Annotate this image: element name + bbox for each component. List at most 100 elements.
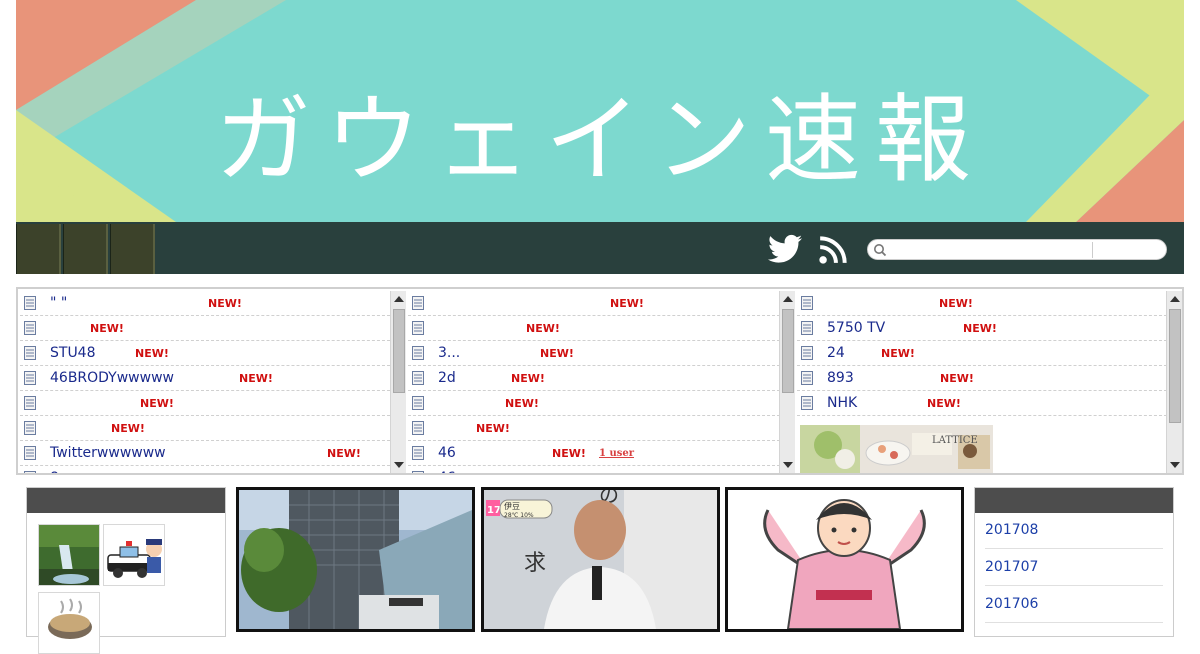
building-photo-card[interactable] <box>236 487 475 632</box>
twitter-icon[interactable] <box>768 234 802 264</box>
weather-place: 伊豆 <box>504 501 520 511</box>
document-icon <box>24 296 36 310</box>
scroll-down-arrow[interactable] <box>394 462 404 468</box>
new-badge: NEW! <box>927 397 961 410</box>
feed-item[interactable]: 3... NEW! <box>408 341 780 366</box>
grill-thumbnail[interactable] <box>38 592 100 654</box>
nav-button-1[interactable] <box>16 224 61 274</box>
search-icon <box>874 244 887 257</box>
new-badge: NEW! <box>208 297 242 310</box>
feed-item-title[interactable]: 46 <box>438 466 456 473</box>
feed-item[interactable]: STU48 NEW! <box>20 341 390 366</box>
rss-icon[interactable] <box>819 236 847 264</box>
document-icon <box>24 446 36 460</box>
document-icon <box>412 296 424 310</box>
document-icon <box>801 396 813 410</box>
new-badge: NEW! <box>511 372 545 385</box>
feed-item[interactable]: NEW! <box>20 391 390 416</box>
feed-item-title[interactable]: 893 <box>827 366 854 390</box>
feed-1-scrollbar[interactable] <box>390 291 406 473</box>
scroll-down-arrow[interactable] <box>1170 462 1180 468</box>
new-badge: NEW! <box>327 447 361 460</box>
new-badge: NEW! <box>881 347 915 360</box>
lattice-ad-banner[interactable]: LATTICE <box>800 425 993 473</box>
feed-item-title[interactable]: 46BRODYwwwww <box>50 366 174 390</box>
feed-item[interactable]: 46 <box>408 466 780 473</box>
feed-item[interactable]: NEW! <box>408 416 780 441</box>
new-badge: NEW! <box>963 322 997 335</box>
feed-item[interactable]: NEW! <box>408 391 780 416</box>
feed-item-title[interactable]: 3... <box>438 341 460 365</box>
feed-item-title[interactable]: Twitterwwwwww <box>50 441 166 465</box>
feed-item[interactable]: 2d NEW! <box>408 366 780 391</box>
document-icon <box>412 421 424 435</box>
feed-3-scrollbar[interactable] <box>1166 291 1182 473</box>
nav-bar <box>16 222 1184 274</box>
feed-item[interactable]: " " NEW! <box>20 291 390 316</box>
user-count-link[interactable]: 1 user <box>599 442 634 466</box>
dancer-illustration <box>728 490 961 629</box>
feed-item-title[interactable]: 24 <box>827 341 845 365</box>
feed-item[interactable]: NEW! <box>797 291 1167 316</box>
waterfall-thumbnail[interactable] <box>38 524 100 586</box>
feed-item-title[interactable]: 8 <box>50 466 59 473</box>
police-car-image <box>104 525 164 585</box>
dancer-illustration-card[interactable] <box>725 487 964 632</box>
search-box[interactable] <box>867 239 1167 260</box>
feed-item-title[interactable]: " " <box>50 291 67 315</box>
feed-item[interactable]: 8 <box>20 466 390 473</box>
feed-item-title[interactable]: 46 <box>438 441 456 465</box>
speaker-photo-card[interactable]: の 求 17 伊豆 28℃ 10% <box>481 487 720 632</box>
new-badge: NEW! <box>552 447 586 460</box>
feed-item-title[interactable]: STU48 <box>50 341 96 365</box>
archive-link[interactable]: 201708 <box>985 512 1163 549</box>
building-photo <box>239 490 472 629</box>
feed-item[interactable]: NHK NEW! <box>797 391 1167 416</box>
scroll-thumb[interactable] <box>782 309 794 393</box>
nav-button-2[interactable] <box>63 224 108 274</box>
grill-image <box>39 593 99 653</box>
left-sidebar-widget <box>26 487 226 654</box>
new-badge: NEW! <box>505 397 539 410</box>
widget-heading <box>975 488 1173 513</box>
scroll-up-arrow[interactable] <box>783 296 793 302</box>
feed-panels: " " NEW! NEW! STU48 NEW! 46BRODYwwwww NE… <box>16 287 1184 475</box>
feed-item[interactable]: NEW! <box>20 316 390 341</box>
feed-item-title[interactable]: 2d <box>438 366 456 390</box>
feed-item[interactable]: 5750 TV NEW! <box>797 316 1167 341</box>
feed-item[interactable]: 46BRODYwwwww NEW! <box>20 366 390 391</box>
feed-item[interactable]: NEW! <box>408 291 780 316</box>
scroll-up-arrow[interactable] <box>1170 296 1180 302</box>
feed-panel-1[interactable]: " " NEW! NEW! STU48 NEW! 46BRODYwwwww NE… <box>20 291 390 473</box>
search-separator <box>1092 242 1093 258</box>
new-badge: NEW! <box>135 347 169 360</box>
feed-panel-2[interactable]: NEW! NEW! 3... NEW! 2d NEW! NEW! NEW! 46… <box>408 291 780 473</box>
feed-item[interactable]: 46 NEW! 1 user <box>408 441 780 466</box>
scroll-down-arrow[interactable] <box>783 462 793 468</box>
feed-item-title[interactable]: NHK <box>827 391 857 415</box>
new-badge: NEW! <box>140 397 174 410</box>
feed-item[interactable]: NEW! <box>20 416 390 441</box>
feed-2-scrollbar[interactable] <box>779 291 795 473</box>
archive-link[interactable]: 201706 <box>985 586 1163 623</box>
archive-link[interactable]: 201707 <box>985 549 1163 586</box>
document-icon <box>412 446 424 460</box>
feed-item-title[interactable]: 5750 TV <box>827 316 885 340</box>
search-input[interactable] <box>890 241 1090 259</box>
feed-item[interactable]: Twitterwwwwww NEW! <box>20 441 390 466</box>
scroll-thumb[interactable] <box>393 309 405 393</box>
feed-item[interactable]: 893 NEW! <box>797 366 1167 391</box>
new-badge: NEW! <box>610 297 644 310</box>
scroll-up-arrow[interactable] <box>394 296 404 302</box>
archive-widget: 201708 201707 201706 <box>974 487 1174 637</box>
lattice-ad-image: LATTICE <box>800 425 993 473</box>
nav-button-3[interactable] <box>110 224 155 274</box>
site-banner[interactable]: ガウェイン速報 <box>16 0 1184 222</box>
new-badge: NEW! <box>90 322 124 335</box>
police-car-thumbnail[interactable] <box>103 524 165 586</box>
scroll-thumb[interactable] <box>1169 309 1181 423</box>
feed-item[interactable]: NEW! <box>408 316 780 341</box>
document-icon <box>24 421 36 435</box>
feed-item[interactable]: 24 NEW! <box>797 341 1167 366</box>
lattice-ad-text: LATTICE <box>932 435 978 446</box>
